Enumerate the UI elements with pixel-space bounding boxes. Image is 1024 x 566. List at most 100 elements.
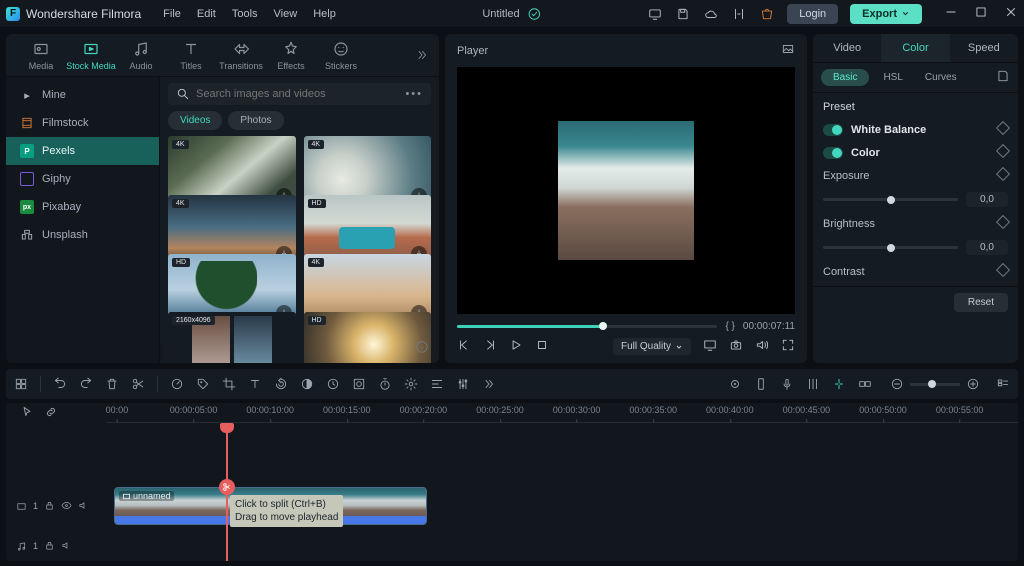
camera-snapshot-icon[interactable]: [729, 338, 743, 355]
progress-bar[interactable]: { } 00:00:07:11: [457, 320, 795, 332]
info-icon[interactable]: [415, 340, 429, 357]
keyframe-icon[interactable]: [998, 146, 1008, 159]
store-icon[interactable]: [759, 6, 775, 22]
rotate-icon[interactable]: [274, 377, 288, 391]
stop-button[interactable]: [535, 338, 549, 355]
progress-track[interactable]: [457, 325, 717, 328]
stock-thumbnail[interactable]: HD: [304, 312, 432, 363]
play-button[interactable]: [509, 338, 523, 355]
tab-titles[interactable]: Titles: [166, 40, 216, 76]
menu-file[interactable]: File: [163, 8, 181, 20]
adjust-icon[interactable]: [404, 377, 418, 391]
playhead[interactable]: [226, 423, 228, 561]
brightness-value[interactable]: 0,0: [966, 240, 1008, 255]
delete-icon[interactable]: [105, 377, 119, 391]
search-bar[interactable]: •••: [168, 83, 431, 105]
tabs-overflow-icon[interactable]: [415, 48, 429, 65]
source-pexels[interactable]: PPexels: [6, 137, 159, 165]
source-unsplash[interactable]: Unsplash: [6, 221, 159, 249]
scroll-left-icon[interactable]: ‹: [160, 345, 162, 359]
filter-photos[interactable]: Photos: [228, 111, 283, 130]
tag-icon[interactable]: [196, 377, 210, 391]
undo-icon[interactable]: [53, 377, 67, 391]
minimize-button[interactable]: [944, 5, 958, 22]
tab-transitions[interactable]: Transitions: [216, 40, 266, 76]
filter-videos[interactable]: Videos: [168, 111, 222, 130]
brightness-slider[interactable]: [823, 246, 958, 249]
next-frame-button[interactable]: [483, 338, 497, 355]
snap-icon[interactable]: [832, 377, 846, 391]
lock-icon[interactable]: [44, 540, 55, 553]
zoom-out-icon[interactable]: [890, 377, 904, 391]
speed-icon[interactable]: [170, 377, 184, 391]
save-preset-icon[interactable]: [996, 69, 1010, 86]
tab-stickers[interactable]: Stickers: [316, 40, 366, 76]
tab-media[interactable]: Media: [16, 40, 66, 76]
mic-icon[interactable]: [780, 377, 794, 391]
maximize-button[interactable]: [974, 5, 988, 22]
subtab-basic[interactable]: Basic: [821, 69, 869, 86]
stock-thumbnail[interactable]: 2160x4096: [168, 312, 296, 363]
save-icon[interactable]: [675, 6, 691, 22]
zoom-in-icon[interactable]: [966, 377, 980, 391]
cut-icon[interactable]: [131, 377, 145, 391]
text-icon[interactable]: [248, 377, 262, 391]
keyframe-icon[interactable]: [998, 217, 1008, 230]
proptab-video[interactable]: Video: [813, 34, 881, 62]
zoom-slider[interactable]: [910, 383, 960, 386]
subtab-hsl[interactable]: HSL: [875, 69, 910, 86]
source-filmstock[interactable]: Filmstock: [6, 109, 159, 137]
volume-icon[interactable]: [755, 338, 769, 355]
fullscreen-icon[interactable]: [781, 338, 795, 355]
keyframe-icon[interactable]: [998, 169, 1008, 182]
source-pixabay[interactable]: pxPixabay: [6, 193, 159, 221]
split-indicator-icon[interactable]: [219, 479, 235, 495]
color-icon[interactable]: [300, 377, 314, 391]
align-icon[interactable]: [430, 377, 444, 391]
search-input[interactable]: [196, 88, 399, 100]
mute-icon[interactable]: [61, 540, 72, 553]
stopwatch-icon[interactable]: [378, 377, 392, 391]
more-tools-icon[interactable]: [482, 377, 496, 391]
green-screen-icon[interactable]: [352, 377, 366, 391]
prev-frame-button[interactable]: [457, 338, 471, 355]
display-device-icon[interactable]: [703, 338, 717, 355]
exposure-value[interactable]: 0,0: [966, 192, 1008, 207]
exposure-slider[interactable]: [823, 198, 958, 201]
quality-dropdown[interactable]: Full Quality: [613, 338, 691, 355]
search-more-icon[interactable]: •••: [405, 88, 423, 100]
proptab-speed[interactable]: Speed: [950, 34, 1018, 62]
mobile-icon[interactable]: [754, 377, 768, 391]
timeline-ruler[interactable]: 00:00 00:00:05:00 00:00:10:00 00:00:15:0…: [6, 403, 1018, 423]
tab-audio[interactable]: Audio: [116, 40, 166, 76]
ruler-ticks[interactable]: 00:00 00:00:05:00 00:00:10:00 00:00:15:0…: [106, 403, 1018, 423]
proptab-color[interactable]: Color: [881, 34, 949, 62]
clock-icon[interactable]: [326, 377, 340, 391]
source-mine[interactable]: ▸Mine: [6, 81, 159, 109]
crop-icon[interactable]: [222, 377, 236, 391]
marker-icon[interactable]: [728, 377, 742, 391]
mixer-icon[interactable]: [456, 377, 470, 391]
device-preview-icon[interactable]: [647, 6, 663, 22]
preview-viewport[interactable]: [457, 67, 795, 314]
white-balance-toggle[interactable]: [823, 124, 843, 136]
layout-icon[interactable]: [14, 377, 28, 391]
view-mode-icon[interactable]: [996, 377, 1010, 391]
menu-tools[interactable]: Tools: [232, 8, 258, 20]
export-button[interactable]: Export: [850, 4, 922, 24]
tab-effects[interactable]: Effects: [266, 40, 316, 76]
menu-help[interactable]: Help: [313, 8, 336, 20]
keyframe-icon[interactable]: [998, 265, 1008, 278]
menu-view[interactable]: View: [274, 8, 298, 20]
eye-icon[interactable]: [61, 500, 72, 513]
subtab-curves[interactable]: Curves: [917, 69, 965, 86]
redo-icon[interactable]: [79, 377, 93, 391]
color-toggle[interactable]: [823, 147, 843, 159]
reset-button[interactable]: Reset: [954, 293, 1008, 312]
lock-icon[interactable]: [44, 500, 55, 513]
snapshot-icon[interactable]: [781, 42, 795, 59]
link-icon[interactable]: [44, 405, 58, 421]
keyframe-icon[interactable]: [998, 123, 1008, 136]
login-button[interactable]: Login: [787, 4, 838, 24]
audio-mixer-icon[interactable]: [806, 377, 820, 391]
